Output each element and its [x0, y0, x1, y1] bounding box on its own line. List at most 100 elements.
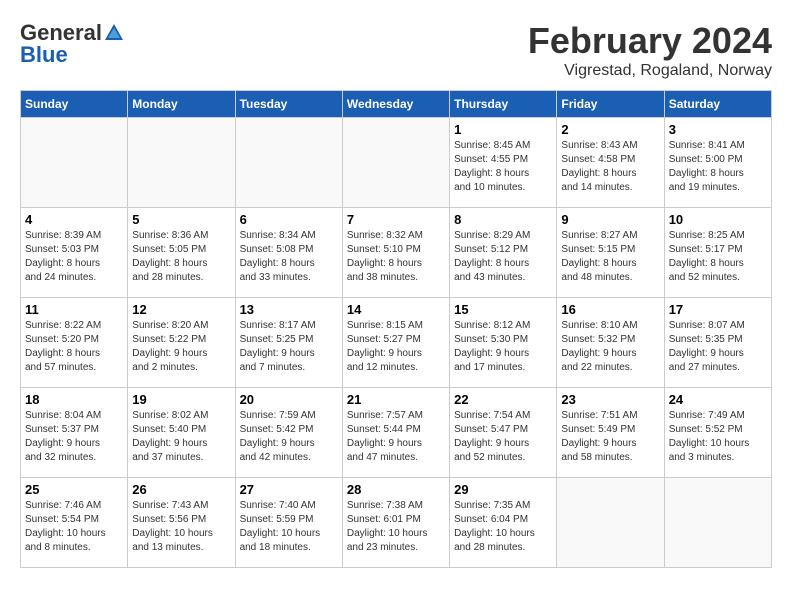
day-info: Sunrise: 7:57 AM Sunset: 5:44 PM Dayligh…	[347, 409, 445, 465]
day-info: Sunrise: 8:15 AM Sunset: 5:27 PM Dayligh…	[347, 319, 445, 375]
day-number: 27	[240, 482, 338, 497]
day-info: Sunrise: 7:40 AM Sunset: 5:59 PM Dayligh…	[240, 499, 338, 555]
day-info: Sunrise: 7:49 AM Sunset: 5:52 PM Dayligh…	[669, 409, 767, 465]
calendar-cell: 26Sunrise: 7:43 AM Sunset: 5:56 PM Dayli…	[128, 478, 235, 568]
calendar-cell: 16Sunrise: 8:10 AM Sunset: 5:32 PM Dayli…	[557, 298, 664, 388]
calendar-cell: 9 Sunrise: 8:27 AM Sunset: 5:15 PM Daylig…	[557, 208, 664, 298]
day-info: Sunrise: 8:36 AM Sunset: 5:05 PM Dayligh…	[132, 229, 230, 285]
calendar-cell: 28 Sunrise: 7:38 AM Sunset: 6:01 PM Dayli…	[342, 478, 449, 568]
day-info: Sunrise: 8:27 AM Sunset: 5:15 PM Dayligh…	[561, 229, 659, 285]
day-info: Sunrise: 8:32 AM Sunset: 5:10 PM Dayligh…	[347, 229, 445, 285]
calendar-cell	[128, 118, 235, 208]
title-area: February 2024 Vigrestad, Rogaland, Norwa…	[528, 20, 772, 80]
day-number: 20	[240, 392, 338, 407]
calendar-cell	[342, 118, 449, 208]
calendar-cell	[21, 118, 128, 208]
day-number: 21	[347, 392, 445, 407]
day-number: 28	[347, 482, 445, 497]
calendar-cell: 2 Sunrise: 8:43 AM Sunset: 4:58 PM Daylig…	[557, 118, 664, 208]
calendar-cell: 15Sunrise: 8:12 AM Sunset: 5:30 PM Dayli…	[450, 298, 557, 388]
calendar-cell: 13 Sunrise: 8:17 AM Sunset: 5:25 PM Dayli…	[235, 298, 342, 388]
calendar-cell: 1 Sunrise: 8:45 AM Sunset: 4:55 PM Daylig…	[450, 118, 557, 208]
day-number: 11	[25, 302, 123, 317]
calendar-cell	[235, 118, 342, 208]
day-info: Sunrise: 8:04 AM Sunset: 5:37 PM Dayligh…	[25, 409, 123, 465]
day-number: 17	[669, 302, 767, 317]
day-number: 16	[561, 302, 659, 317]
day-number: 6	[240, 212, 338, 227]
header-cell-tuesday: Tuesday	[235, 91, 342, 118]
day-number: 9	[561, 212, 659, 227]
day-number: 22	[454, 392, 552, 407]
calendar-cell: 18 Sunrise: 8:04 AM Sunset: 5:37 PM Dayli…	[21, 388, 128, 478]
day-info: Sunrise: 8:07 AM Sunset: 5:35 PM Dayligh…	[669, 319, 767, 375]
day-info: Sunrise: 8:17 AM Sunset: 5:25 PM Dayligh…	[240, 319, 338, 375]
calendar-cell: 17 Sunrise: 8:07 AM Sunset: 5:35 PM Dayli…	[664, 298, 771, 388]
calendar-cell: 22 Sunrise: 7:54 AM Sunset: 5:47 PM Dayli…	[450, 388, 557, 478]
day-number: 25	[25, 482, 123, 497]
day-number: 15	[454, 302, 552, 317]
day-info: Sunrise: 7:54 AM Sunset: 5:47 PM Dayligh…	[454, 409, 552, 465]
day-info: Sunrise: 8:20 AM Sunset: 5:22 PM Dayligh…	[132, 319, 230, 375]
calendar-week-row: 4 Sunrise: 8:39 AM Sunset: 5:03 PM Daylig…	[21, 208, 772, 298]
day-number: 2	[561, 122, 659, 137]
calendar-cell: 20Sunrise: 7:59 AM Sunset: 5:42 PM Dayli…	[235, 388, 342, 478]
calendar-cell: 11Sunrise: 8:22 AM Sunset: 5:20 PM Dayli…	[21, 298, 128, 388]
day-info: Sunrise: 8:45 AM Sunset: 4:55 PM Dayligh…	[454, 139, 552, 195]
calendar-cell	[557, 478, 664, 568]
day-number: 12	[132, 302, 230, 317]
day-info: Sunrise: 8:34 AM Sunset: 5:08 PM Dayligh…	[240, 229, 338, 285]
header-cell-saturday: Saturday	[664, 91, 771, 118]
header-cell-wednesday: Wednesday	[342, 91, 449, 118]
day-number: 29	[454, 482, 552, 497]
day-info: Sunrise: 7:46 AM Sunset: 5:54 PM Dayligh…	[25, 499, 123, 555]
calendar-header-row: SundayMondayTuesdayWednesdayThursdayFrid…	[21, 91, 772, 118]
day-info: Sunrise: 7:35 AM Sunset: 6:04 PM Dayligh…	[454, 499, 552, 555]
day-info: Sunrise: 7:38 AM Sunset: 6:01 PM Dayligh…	[347, 499, 445, 555]
calendar-cell: 25 Sunrise: 7:46 AM Sunset: 5:54 PM Dayli…	[21, 478, 128, 568]
day-info: Sunrise: 8:43 AM Sunset: 4:58 PM Dayligh…	[561, 139, 659, 195]
day-number: 18	[25, 392, 123, 407]
calendar-week-row: 18 Sunrise: 8:04 AM Sunset: 5:37 PM Dayli…	[21, 388, 772, 478]
day-number: 13	[240, 302, 338, 317]
day-info: Sunrise: 8:41 AM Sunset: 5:00 PM Dayligh…	[669, 139, 767, 195]
logo-icon	[103, 22, 125, 44]
month-title: February 2024	[528, 20, 772, 62]
day-number: 5	[132, 212, 230, 227]
day-info: Sunrise: 8:02 AM Sunset: 5:40 PM Dayligh…	[132, 409, 230, 465]
day-info: Sunrise: 8:25 AM Sunset: 5:17 PM Dayligh…	[669, 229, 767, 285]
day-info: Sunrise: 8:39 AM Sunset: 5:03 PM Dayligh…	[25, 229, 123, 285]
calendar-cell: 24 Sunrise: 7:49 AM Sunset: 5:52 PM Dayli…	[664, 388, 771, 478]
day-info: Sunrise: 7:51 AM Sunset: 5:49 PM Dayligh…	[561, 409, 659, 465]
calendar-cell: 8Sunrise: 8:29 AM Sunset: 5:12 PM Daylig…	[450, 208, 557, 298]
calendar-cell: 19 Sunrise: 8:02 AM Sunset: 5:40 PM Dayli…	[128, 388, 235, 478]
header: General Blue February 2024 Vigrestad, Ro…	[20, 20, 772, 80]
day-number: 1	[454, 122, 552, 137]
calendar-cell	[664, 478, 771, 568]
day-number: 3	[669, 122, 767, 137]
calendar-cell: 21 Sunrise: 7:57 AM Sunset: 5:44 PM Dayli…	[342, 388, 449, 478]
day-info: Sunrise: 8:29 AM Sunset: 5:12 PM Dayligh…	[454, 229, 552, 285]
calendar: SundayMondayTuesdayWednesdayThursdayFrid…	[20, 90, 772, 568]
day-number: 14	[347, 302, 445, 317]
header-cell-sunday: Sunday	[21, 91, 128, 118]
day-number: 19	[132, 392, 230, 407]
day-number: 4	[25, 212, 123, 227]
day-number: 10	[669, 212, 767, 227]
calendar-cell: 27 Sunrise: 7:40 AM Sunset: 5:59 PM Dayli…	[235, 478, 342, 568]
header-cell-friday: Friday	[557, 91, 664, 118]
header-cell-monday: Monday	[128, 91, 235, 118]
calendar-cell: 12 Sunrise: 8:20 AM Sunset: 5:22 PM Dayli…	[128, 298, 235, 388]
day-number: 7	[347, 212, 445, 227]
day-info: Sunrise: 7:43 AM Sunset: 5:56 PM Dayligh…	[132, 499, 230, 555]
calendar-cell: 14 Sunrise: 8:15 AM Sunset: 5:27 PM Dayli…	[342, 298, 449, 388]
calendar-cell: 3 Sunrise: 8:41 AM Sunset: 5:00 PM Daylig…	[664, 118, 771, 208]
calendar-cell: 5 Sunrise: 8:36 AM Sunset: 5:05 PM Daylig…	[128, 208, 235, 298]
day-number: 24	[669, 392, 767, 407]
calendar-week-row: 1 Sunrise: 8:45 AM Sunset: 4:55 PM Daylig…	[21, 118, 772, 208]
calendar-week-row: 11Sunrise: 8:22 AM Sunset: 5:20 PM Dayli…	[21, 298, 772, 388]
calendar-cell: 23Sunrise: 7:51 AM Sunset: 5:49 PM Dayli…	[557, 388, 664, 478]
calendar-week-row: 25 Sunrise: 7:46 AM Sunset: 5:54 PM Dayli…	[21, 478, 772, 568]
calendar-cell: 6 Sunrise: 8:34 AM Sunset: 5:08 PM Daylig…	[235, 208, 342, 298]
logo: General Blue	[20, 20, 126, 68]
